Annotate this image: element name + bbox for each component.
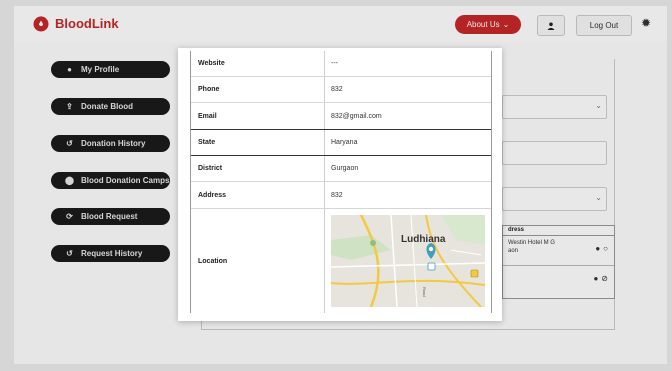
detail-row-state: State Haryana — [191, 130, 491, 156]
detail-row-address: Address 832 — [191, 182, 491, 209]
camp-details-table: Website --- Phone 832 Email 832@gmail.co… — [190, 51, 492, 313]
detail-value: Gurgaon — [331, 165, 359, 172]
detail-value: 832 — [331, 191, 343, 199]
detail-row-website: Website --- — [191, 51, 491, 77]
detail-label: Email — [191, 103, 325, 129]
detail-label: District — [191, 156, 325, 181]
detail-value: Haryana — [331, 139, 358, 146]
detail-row-district: District Gurgaon — [191, 156, 491, 182]
detail-label: Location — [191, 209, 325, 313]
detail-value: 832 — [331, 86, 343, 93]
detail-label: State — [191, 130, 325, 155]
map-city-label: Ludhiana — [401, 234, 446, 245]
map-road-label: Road — [422, 287, 427, 297]
detail-value: --- — [331, 60, 338, 67]
detail-row-phone: Phone 832 — [191, 77, 491, 103]
detail-label: Address — [191, 182, 325, 208]
detail-row-email: Email 832@gmail.com — [191, 103, 491, 130]
detail-label: Phone — [191, 77, 325, 102]
detail-value: 832@gmail.com — [331, 112, 382, 120]
map-canvas — [331, 215, 485, 307]
detail-label: Website — [191, 51, 325, 76]
location-map[interactable]: Ludhiana Road — [331, 215, 485, 307]
camp-details-modal: Website --- Phone 832 Email 832@gmail.co… — [178, 48, 502, 321]
